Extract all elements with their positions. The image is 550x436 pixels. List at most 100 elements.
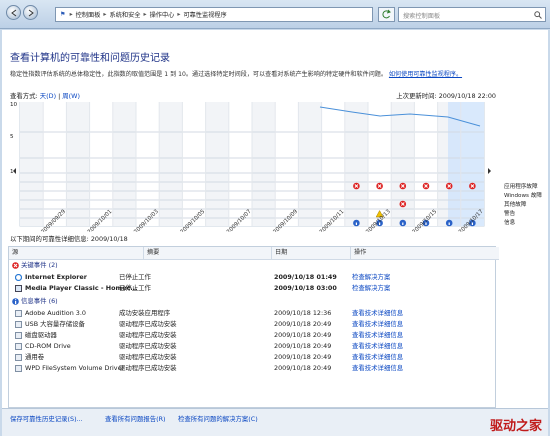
table-row[interactable]: Media Player Classic - Homec... 已停止工作 20… bbox=[9, 283, 495, 294]
error-icon[interactable] bbox=[376, 182, 383, 190]
day-column[interactable] bbox=[66, 102, 90, 226]
app-icon bbox=[15, 343, 22, 350]
row-source: Internet Explorer bbox=[25, 273, 87, 281]
day-column[interactable] bbox=[275, 102, 299, 226]
day-column[interactable] bbox=[20, 102, 44, 226]
info-icon[interactable] bbox=[445, 219, 453, 227]
breadcrumb-system-security[interactable]: 系统和安全 bbox=[110, 10, 141, 19]
row-action-link[interactable]: 查看技术详细信息 bbox=[352, 352, 403, 363]
details-table: 源 摘要 日期 操作 关键事件 (2) Internet Explorer 已停… bbox=[8, 246, 499, 408]
back-arrow-icon bbox=[11, 9, 17, 17]
row-summary: 驱动程序已成功安装 bbox=[119, 342, 177, 350]
row-summary: 驱动程序已成功安装 bbox=[119, 331, 177, 339]
breadcrumb-control-panel[interactable]: 控制面板 bbox=[76, 10, 101, 19]
table-row[interactable]: USB 大容量存储设备 驱动程序已成功安装 2009/10/18 20:49 查看技术… bbox=[9, 319, 495, 330]
row-label-information: 信息 bbox=[504, 220, 516, 226]
chevron-icon: ▸ bbox=[69, 11, 73, 18]
app-icon bbox=[15, 321, 22, 328]
row-date: 2009/10/18 12:36 bbox=[274, 309, 332, 317]
row-action-link[interactable]: 检查解决方案 bbox=[352, 272, 390, 283]
table-row[interactable]: CD-ROM Drive 驱动程序已成功安装 2009/10/18 20:49 查看技… bbox=[9, 341, 495, 352]
table-row[interactable]: Adobe Audition 3.0 成功安装应用程序 2009/10/18 12:… bbox=[9, 308, 495, 319]
day-column[interactable] bbox=[159, 102, 183, 226]
view-day-link[interactable]: 天(D) bbox=[40, 92, 56, 100]
row-date: 2009/10/18 20:49 bbox=[274, 342, 332, 350]
search-input[interactable]: 搜索控制面板 bbox=[398, 7, 546, 22]
back-button[interactable] bbox=[6, 5, 21, 20]
group-information[interactable]: 信息事件 (6) bbox=[9, 296, 495, 307]
chevron-icon: ▸ bbox=[103, 11, 107, 18]
col-date[interactable]: 日期 bbox=[271, 247, 351, 260]
info-icon bbox=[12, 298, 19, 305]
row-action-link[interactable]: 查看技术详细信息 bbox=[352, 330, 403, 341]
day-column[interactable] bbox=[205, 102, 229, 226]
watermark-logo: 驱动之家 bbox=[489, 419, 542, 434]
table-row[interactable]: 磁盘驱动器 驱动程序已成功安装 2009/10/18 20:49 查看技术详细信息 bbox=[9, 330, 495, 341]
error-icon[interactable] bbox=[399, 182, 407, 190]
selected-day-column[interactable] bbox=[448, 102, 484, 226]
app-icon bbox=[15, 310, 22, 317]
row-source: CD-ROM Drive bbox=[25, 342, 71, 350]
reliability-chart[interactable]: 10 5 1 2009/09/29 2009/10/01 2009/10/03 200… bbox=[10, 102, 542, 232]
error-icon[interactable] bbox=[399, 200, 407, 208]
day-column[interactable] bbox=[321, 102, 345, 226]
day-column[interactable] bbox=[182, 102, 206, 226]
error-icon[interactable] bbox=[422, 182, 430, 190]
breadcrumb-reliability-monitor[interactable]: 可靠性监视程序 bbox=[183, 10, 226, 19]
row-action-link[interactable]: 查看技术详细信息 bbox=[352, 308, 403, 319]
row-date: 2009/10/18 01:49 bbox=[274, 273, 337, 281]
row-source: Adobe Audition 3.0 bbox=[25, 309, 86, 317]
row-summary: 驱动程序已成功安装 bbox=[119, 364, 177, 372]
group-critical[interactable]: 关键事件 (2) bbox=[9, 260, 495, 271]
page-title: 查看计算机的可靠性和问题历史记录 bbox=[10, 53, 170, 64]
row-date: 2009/10/18 03:00 bbox=[274, 284, 337, 292]
col-action[interactable]: 操作 bbox=[350, 247, 499, 260]
row-action-link[interactable]: 查看技术详细信息 bbox=[352, 341, 403, 352]
row-action-link[interactable]: 查看技术详细信息 bbox=[352, 319, 403, 330]
error-icon[interactable] bbox=[445, 182, 453, 190]
info-icon[interactable] bbox=[399, 219, 407, 227]
address-bar[interactable]: ⚑ ▸ 控制面板 ▸ 系统和安全 ▸ 操作中心 ▸ 可靠性监视程序 bbox=[55, 7, 373, 22]
info-icon[interactable] bbox=[353, 219, 360, 227]
row-label-warnings: 警告 bbox=[504, 211, 516, 217]
scroll-left-icon[interactable] bbox=[13, 168, 16, 174]
view-week-link[interactable]: 周(W) bbox=[62, 92, 80, 100]
table-row[interactable]: Internet Explorer 已停止工作 2009/10/18 01:49… bbox=[9, 272, 495, 283]
chart-svg: 2009/09/29 2009/10/01 2009/10/03 2009/10/05… bbox=[13, 102, 491, 232]
col-source[interactable]: 源 bbox=[9, 247, 143, 260]
day-column[interactable] bbox=[298, 102, 322, 226]
day-column[interactable] bbox=[43, 102, 67, 226]
day-column[interactable] bbox=[344, 102, 368, 226]
footer-bar: 保存可靠性历史记录(S)... 查看所有问题报告(R) 检查所有问题的解决方案(… bbox=[2, 408, 548, 436]
error-icon[interactable] bbox=[353, 182, 360, 190]
day-column[interactable] bbox=[112, 102, 136, 226]
view-all-reports-link[interactable]: 查看所有问题报告(R) bbox=[105, 414, 166, 423]
breadcrumb-action-center[interactable]: 操作中心 bbox=[150, 10, 175, 19]
col-summary[interactable]: 摘要 bbox=[143, 247, 272, 260]
internet-explorer-icon bbox=[15, 274, 22, 281]
refresh-button[interactable] bbox=[378, 7, 395, 22]
search-placeholder: 搜索控制面板 bbox=[403, 13, 441, 20]
row-action-link[interactable]: 检查解决方案 bbox=[352, 283, 390, 294]
row-action-link[interactable]: 查看技术详细信息 bbox=[352, 363, 403, 374]
row-date: 2009/10/18 20:49 bbox=[274, 320, 332, 328]
forward-button[interactable] bbox=[23, 5, 38, 20]
error-icon[interactable] bbox=[469, 182, 476, 190]
main-panel: 查看计算机的可靠性和问题历史记录 稳定性指数评估系统的总体稳定性，此指数的取值范… bbox=[2, 30, 548, 408]
row-label-app-failures: 应用程序故障 bbox=[504, 184, 538, 190]
save-history-link[interactable]: 保存可靠性历史记录(S)... bbox=[10, 414, 83, 423]
day-column[interactable] bbox=[252, 102, 276, 226]
table-row[interactable]: WPD FileSystem Volume Driver 驱动程序已成功安装 200… bbox=[9, 363, 495, 374]
day-column[interactable] bbox=[414, 102, 438, 226]
row-source: WPD FileSystem Volume Driver bbox=[25, 364, 125, 372]
day-column[interactable] bbox=[89, 102, 113, 226]
day-column[interactable] bbox=[391, 102, 415, 226]
table-row[interactable]: 通用卷 驱动程序已成功安装 2009/10/18 20:49 查看技术详细信息 bbox=[9, 352, 495, 363]
check-solutions-link[interactable]: 检查所有问题的解决方案(C) bbox=[178, 414, 258, 423]
day-column[interactable] bbox=[136, 102, 160, 226]
day-column[interactable] bbox=[368, 102, 392, 226]
help-link[interactable]: 如何使用可靠性监视程序。 bbox=[389, 71, 462, 78]
title-bar: ⚑ ▸ 控制面板 ▸ 系统和安全 ▸ 操作中心 ▸ 可靠性监视程序 搜索控制面板 bbox=[0, 0, 550, 29]
day-column[interactable] bbox=[228, 102, 252, 226]
scroll-right-icon[interactable] bbox=[488, 168, 491, 174]
